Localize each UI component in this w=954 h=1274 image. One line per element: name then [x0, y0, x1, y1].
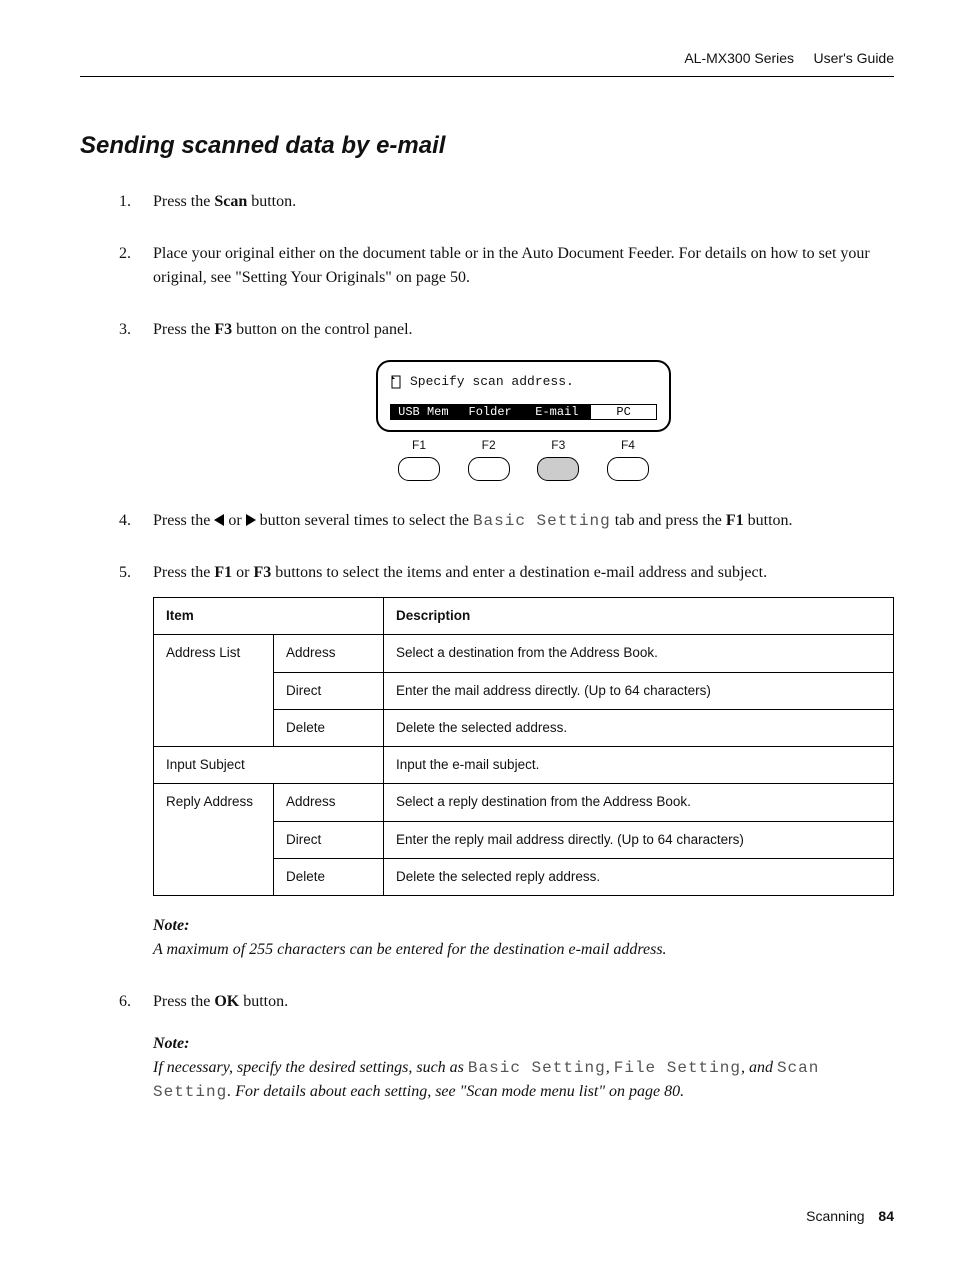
ok-bold: OK — [214, 993, 239, 1010]
fkey-f2-col: F2 — [464, 436, 514, 481]
cell-reply-address: Reply Address — [154, 784, 274, 896]
step-6-pre: Press the — [153, 993, 214, 1010]
cell-al-delete-desc: Delete the selected address. — [384, 709, 894, 746]
fkey-f4-button — [607, 457, 649, 481]
cell-input-subject: Input Subject — [154, 747, 384, 784]
fkey-f2-label: F2 — [464, 436, 514, 454]
cell-address-list: Address List — [154, 635, 274, 747]
f1-bold: F1 — [726, 512, 744, 529]
step-1-pre: Press the — [153, 193, 214, 210]
cell-al-direct-desc: Enter the mail address directly. (Up to … — [384, 672, 894, 709]
table-row: Reply Address Address Select a reply des… — [154, 784, 894, 821]
note-1: Note: A maximum of 255 characters can be… — [153, 914, 894, 962]
step-5-post: buttons to select the items and enter a … — [271, 564, 767, 581]
step-3-post: button on the control panel. — [232, 321, 412, 338]
f3-bold: F3 — [214, 321, 232, 338]
lcd-tab-usbmem: USB Mem — [390, 404, 457, 420]
step-5-pre: Press the — [153, 564, 214, 581]
mono-basic-setting: Basic Setting — [468, 1059, 606, 1077]
lcd-screen: Specify scan address. USB Mem Folder E-m… — [376, 360, 671, 432]
lcd-line1: Specify scan address. — [390, 372, 657, 392]
lcd-tab-folder: Folder — [457, 404, 524, 420]
f1-bold-2: F1 — [214, 564, 232, 581]
cell-al-direct: Direct — [274, 672, 384, 709]
basic-setting-mono: Basic Setting — [473, 512, 611, 530]
cell-ra-direct-desc: Enter the reply mail address directly. (… — [384, 821, 894, 858]
step-4: Press the or button several times to sel… — [135, 509, 894, 533]
note-2-c1: , — [606, 1059, 614, 1076]
step-2: Place your original either on the docume… — [135, 242, 894, 290]
note-2-c2: , and — [741, 1059, 777, 1076]
lcd-tabs: USB Mem Folder E-mail PC — [390, 404, 657, 420]
step-3: Press the F3 button on the control panel… — [135, 318, 894, 481]
fkey-f3-col: F3 — [533, 436, 583, 481]
mono-file-setting: File Setting — [614, 1059, 741, 1077]
page-header: AL-MX300 Series User's Guide — [80, 50, 894, 77]
table-row: Input Subject Input the e-mail subject. — [154, 747, 894, 784]
step-6: Press the OK button. Note: If necessary,… — [135, 990, 894, 1104]
step-4-tab: tab and press the — [611, 512, 726, 529]
note-1-label: Note: — [153, 914, 894, 938]
cell-ra-delete: Delete — [274, 858, 384, 895]
th-desc: Description — [384, 598, 894, 635]
lcd-tab-pc: PC — [590, 404, 657, 420]
cell-al-delete: Delete — [274, 709, 384, 746]
note-2-post: . For details about each setting, see "S… — [227, 1083, 684, 1100]
note-2: Note: If necessary, specify the desired … — [153, 1032, 894, 1104]
step-3-pre: Press the — [153, 321, 214, 338]
footer-page-number: 84 — [878, 1208, 894, 1224]
fkey-f4-label: F4 — [603, 436, 653, 454]
header-series: AL-MX300 Series — [684, 50, 794, 66]
step-4-end: button. — [744, 512, 793, 529]
step-5-or: or — [232, 564, 253, 581]
fkey-f1-button — [398, 457, 440, 481]
fkey-f3-label: F3 — [533, 436, 583, 454]
f3-bold-2: F3 — [253, 564, 271, 581]
footer-section: Scanning — [806, 1208, 864, 1224]
scan-bold: Scan — [214, 193, 247, 210]
lcd-line1-text: Specify scan address. — [410, 372, 574, 392]
fkey-f4-col: F4 — [603, 436, 653, 481]
step-4-or: or — [224, 512, 245, 529]
step-1-post: button. — [247, 193, 296, 210]
left-arrow-icon — [214, 514, 224, 526]
cell-ra-address: Address — [274, 784, 384, 821]
fkeys-row: F1 F2 F3 F4 — [376, 436, 671, 481]
header-guide: User's Guide — [814, 50, 894, 66]
step-1: Press the Scan button. — [135, 190, 894, 214]
lcd-tab-email: E-mail — [524, 404, 591, 420]
cell-al-address: Address — [274, 635, 384, 672]
table-header-row: Item Description — [154, 598, 894, 635]
cell-al-address-desc: Select a destination from the Address Bo… — [384, 635, 894, 672]
step-5: Press the F1 or F3 buttons to select the… — [135, 561, 894, 962]
steps-list: Press the Scan button. Place your origin… — [80, 190, 894, 1104]
fkey-f1-label: F1 — [394, 436, 444, 454]
control-panel-figure: Specify scan address. USB Mem Folder E-m… — [376, 360, 671, 481]
fkey-f3-button — [537, 457, 579, 481]
settings-table: Item Description Address List Address Se… — [153, 597, 894, 896]
table-row: Address List Address Select a destinatio… — [154, 635, 894, 672]
note-1-text: A maximum of 255 characters can be enter… — [153, 938, 894, 962]
cell-ra-direct: Direct — [274, 821, 384, 858]
step-4-after: button several times to select the — [256, 512, 473, 529]
right-arrow-icon — [246, 514, 256, 526]
th-item: Item — [154, 598, 384, 635]
section-title: Sending scanned data by e-mail — [80, 132, 894, 160]
fkey-f2-button — [468, 457, 510, 481]
cell-ra-address-desc: Select a reply destination from the Addr… — [384, 784, 894, 821]
cell-ra-delete-desc: Delete the selected reply address. — [384, 858, 894, 895]
fkey-f1-col: F1 — [394, 436, 444, 481]
document-icon — [390, 375, 404, 389]
note-2-text: If necessary, specify the desired settin… — [153, 1056, 894, 1104]
step-6-post: button. — [239, 993, 288, 1010]
note-2-label: Note: — [153, 1032, 894, 1056]
page-footer: Scanning 84 — [806, 1208, 894, 1224]
step-4-pre: Press the — [153, 512, 214, 529]
note-2-pre: If necessary, specify the desired settin… — [153, 1059, 468, 1076]
cell-input-subject-desc: Input the e-mail subject. — [384, 747, 894, 784]
